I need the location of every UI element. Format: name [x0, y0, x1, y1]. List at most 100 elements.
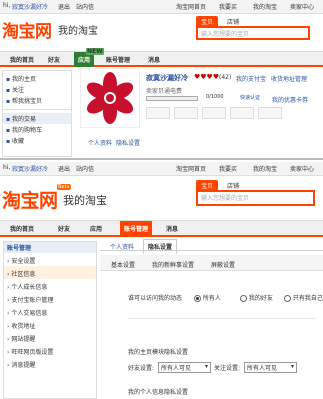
exit-link[interactable]: 退出	[58, 2, 70, 11]
pending-payment-icon[interactable]	[146, 107, 170, 119]
sidebar-header: 账号管理	[4, 242, 96, 253]
top-link-buy-2[interactable]: 我要买	[219, 164, 237, 173]
nav-home[interactable]: 我的首页	[10, 55, 34, 64]
nav-friends-2[interactable]: 好友	[58, 224, 70, 233]
sidebar-item-wangwang[interactable]: › 旺旺网页版设置	[4, 344, 96, 357]
pending-review-icon[interactable]	[230, 107, 254, 119]
sidebar-item-trades[interactable]: ▪ 我的交易	[3, 113, 71, 124]
personal-info-privacy-title: 我的个人信息隐私设置	[128, 389, 189, 396]
top-link-home-2[interactable]: 淘宝网首页	[176, 164, 206, 173]
progress-bar	[146, 96, 198, 101]
sidebar-item-alipay[interactable]: › 支付宝账户管理	[4, 292, 96, 305]
top-link-mytaobao[interactable]: 我的淘宝	[253, 2, 277, 11]
top-link-seller-2[interactable]: 卖家中心	[290, 164, 314, 173]
exit-link-2[interactable]: 退出	[58, 164, 70, 173]
tab-profile-top[interactable]: 个人资料	[88, 138, 112, 147]
avatar[interactable]	[80, 68, 140, 128]
screenshot-divider	[0, 158, 323, 160]
nav-apps-2[interactable]: 应用	[90, 224, 102, 233]
top-link-seller[interactable]: 卖家中心	[290, 2, 314, 11]
credit-count: (42)	[219, 74, 232, 81]
taobao-logo-2[interactable]: 淘宝网	[2, 186, 58, 213]
tab-privacy-top[interactable]: 隐私设置	[116, 138, 140, 147]
sidebar-item-growth[interactable]: › 个人成长信息	[4, 279, 96, 292]
subtab-feed[interactable]: 我的新鲜事设置	[152, 260, 194, 269]
radio-only-me-dot[interactable]	[284, 295, 291, 302]
radio-everyone-dot[interactable]	[194, 295, 201, 302]
address-link[interactable]: 收货地址管理	[271, 74, 307, 83]
search-tabs-2: 宝贝 店铺	[196, 180, 311, 191]
top-bar: hi, 寂寞沙漏好冷 退出 站内信 淘宝网首页 我要买 我的淘宝 卖家中心	[0, 0, 323, 14]
top-link-buy[interactable]: 我要买	[219, 2, 237, 11]
search-placeholder: 输入您想要的宝贝	[201, 31, 250, 38]
nav-account[interactable]: 账号管理	[106, 55, 130, 64]
friends-setting-label: 好友设置:	[128, 365, 155, 372]
quick-verify-link[interactable]: 快速认证	[240, 94, 260, 101]
friends-setting-select[interactable]: 所有人可见 ▾	[158, 362, 211, 373]
visit-privacy-label: 谁可以访问我的动态	[128, 295, 183, 302]
tab-privacy[interactable]: 隐私设置	[143, 239, 178, 254]
tabs-underline	[100, 250, 323, 251]
pending-delivery-icon[interactable]	[174, 107, 198, 119]
sidebar-item-cart[interactable]: ▪ 我的购物车	[3, 124, 71, 135]
sidebar-item-pick[interactable]: ▪ 帮我挑宝贝	[3, 95, 71, 106]
sidebar-item-address[interactable]: › 收货地址	[4, 318, 96, 331]
subtab-block[interactable]: 屏蔽设置	[211, 260, 235, 269]
greeting: hi,	[3, 2, 11, 9]
messages-link-2[interactable]: 站内信	[76, 164, 94, 173]
main-nav: 我的首页 好友 应用 NEW 账号管理 消息	[0, 48, 323, 67]
profile-name[interactable]: 寂寞沙漏好冷	[146, 73, 188, 83]
nav-home-2[interactable]: 我的首页	[10, 224, 34, 233]
follow-setting-select[interactable]: 所有人可见 ▾	[244, 362, 297, 373]
nav-messages[interactable]: 消息	[148, 55, 160, 64]
sidebar-item-site-alerts[interactable]: › 网站提醒	[4, 331, 96, 344]
sidebar-item-trade-info[interactable]: › 个人交易信息	[4, 305, 96, 318]
search-tabs: 宝贝 店铺	[196, 16, 306, 27]
search-input[interactable]: 输入您想要的宝贝	[196, 26, 310, 40]
top-bar-2: hi, 寂寞沙漏好冷 退出 站内信 淘宝网首页 我要买 我的淘宝 卖家中心	[0, 162, 323, 176]
username-link-2[interactable]: 寂寞沙漏好冷	[12, 164, 48, 173]
nav-account-2[interactable]: 账号管理	[120, 221, 153, 236]
alipay-link[interactable]: 我的支付宝	[236, 74, 266, 83]
chevron-down-icon: ▾	[290, 363, 294, 370]
sidebar-item-community[interactable]: › 社区信息	[4, 266, 96, 279]
refund-icon[interactable]	[258, 107, 282, 119]
pending-receive-icon[interactable]	[202, 107, 226, 119]
top-sidebar: ▪ 我的主页 ▪ 关注 ▪ 帮我挑宝贝 ▪ 我的交易 ▪ 我的购物车 ▪ 收藏	[2, 70, 72, 157]
new-badge: NEW	[86, 48, 104, 55]
follow-setting-label: 关注设置:	[214, 365, 241, 372]
sidebar-item-follow[interactable]: ▪ 关注	[3, 84, 71, 95]
radio-only-me[interactable]: 只有我自己	[284, 293, 323, 302]
progress-label: 0/1000	[206, 94, 224, 100]
top-link-home[interactable]: 淘宝网首页	[176, 2, 206, 11]
order-status-icons	[146, 107, 306, 125]
taobao-logo[interactable]: 淘宝网	[2, 17, 52, 42]
radio-friends[interactable]: 我的好友	[240, 293, 273, 302]
status-text: 卖家贝通电费	[146, 88, 183, 95]
credit-hearts: ♥♥♥♥	[194, 73, 220, 81]
username-link[interactable]: 寂寞沙漏好冷	[12, 2, 48, 11]
account-sidebar: 账号管理 › 安全设置 › 社区信息 › 个人成长信息 › 支付宝账户管理 › …	[3, 241, 97, 399]
section-divider-1	[128, 318, 316, 319]
nav-friends[interactable]: 好友	[48, 55, 60, 64]
messages-link[interactable]: 站内信	[76, 2, 94, 11]
logo-subtitle: 我的淘宝	[58, 26, 98, 37]
sidebar-item-favorites[interactable]: ▪ 收藏	[3, 135, 71, 146]
nav-messages-2[interactable]: 消息	[166, 224, 178, 233]
homepage-privacy-title: 我的主页模块隐私设置	[128, 349, 189, 356]
greeting-2: hi,	[3, 164, 11, 171]
chevron-down-icon: ▾	[204, 363, 208, 370]
subtab-basic[interactable]: 基本设置	[111, 260, 135, 269]
top-link-mytaobao-2[interactable]: 我的淘宝	[253, 164, 277, 173]
radio-everyone[interactable]: 所有人	[194, 293, 221, 302]
sidebar-item-homepage[interactable]: ▪ 我的主页	[3, 73, 71, 84]
search-input-2[interactable]: 输入您想要的宝贝	[196, 190, 315, 206]
search-placeholder-2: 输入您想要的宝贝	[201, 195, 250, 202]
beta-badge: Beta	[57, 184, 71, 190]
logo-subtitle-2: 我的淘宝	[63, 194, 107, 207]
radio-friends-dot[interactable]	[240, 295, 247, 302]
sidebar-item-security[interactable]: › 安全设置	[4, 253, 96, 266]
sidebar-item-message-alerts[interactable]: › 消息提醒	[4, 357, 96, 370]
coupons-link[interactable]: 我的优惠卡券	[272, 95, 308, 104]
main-nav-2: 我的首页 好友 应用 账号管理 消息	[0, 220, 323, 237]
